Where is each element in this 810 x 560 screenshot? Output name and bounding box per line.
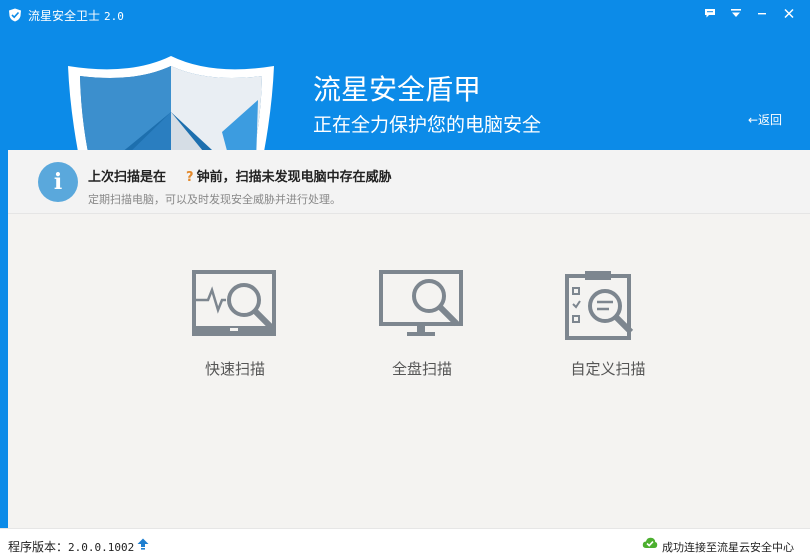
upgrade-arrow-icon[interactable]	[137, 538, 149, 550]
version-label: 程序版本：	[8, 540, 69, 554]
banner-title: 流星安全盾甲	[313, 73, 482, 106]
minimize-button[interactable]	[752, 4, 772, 22]
window-title-text: 流星安全卫士	[28, 9, 101, 23]
chat-bubble-icon	[705, 8, 715, 17]
info-icon: i	[38, 162, 78, 202]
full-disk-scan-icon	[379, 270, 463, 336]
last-scan-status: 上次扫描是在? 钟前，扫描未发现电脑中存在威胁	[88, 166, 392, 185]
dropdown-menu-icon	[731, 8, 741, 17]
status-bar: 程序版本：2.0.0.1002 成功连接至流星云安全中心	[0, 528, 810, 560]
custom-scan-icon	[565, 271, 634, 340]
program-version: 程序版本：2.0.0.1002	[8, 538, 134, 555]
window-title: 流星安全卫士 2.0	[28, 7, 124, 24]
close-button[interactable]	[779, 4, 799, 22]
last-scan-prefix: 上次扫描是在	[88, 170, 167, 185]
header-banner: 流星安全盾甲 正在全力保护您的电脑安全 ←返回	[0, 30, 810, 150]
cloud-connection-status: 成功连接至流星云安全中心	[662, 541, 794, 554]
main-content: i 上次扫描是在? 钟前，扫描未发现电脑中存在威胁 定期扫描电脑，可以及时发现安全…	[8, 150, 810, 528]
quick-scan-label: 快速扫描	[204, 360, 265, 378]
back-link[interactable]: ←返回	[748, 111, 782, 128]
version-value: 2.0.0.1002	[68, 541, 135, 554]
security-shield-icon	[68, 56, 274, 150]
full-scan-label: 全盘扫描	[391, 360, 452, 378]
full-scan-button[interactable]: 全盘扫描	[357, 270, 487, 390]
custom-scan-button[interactable]: 自定义扫描	[543, 270, 673, 390]
app-window: 流星安全卫士 2.0 流星安全盾甲 正在全力保护您的电脑安全 ←返回 i 上次扫…	[0, 0, 810, 560]
last-scan-suffix: 钟前，扫描未发现电脑中存在威胁	[196, 170, 392, 185]
scan-info-bar: i 上次扫描是在? 钟前，扫描未发现电脑中存在威胁 定期扫描电脑，可以及时发现安全…	[8, 150, 810, 214]
title-bar[interactable]: 流星安全卫士 2.0	[0, 0, 810, 30]
last-scan-time-unknown: ?	[186, 170, 194, 185]
custom-scan-label: 自定义扫描	[570, 360, 646, 378]
window-version: 2.0	[104, 10, 124, 23]
quick-scan-button[interactable]: 快速扫描	[170, 270, 300, 390]
cloud-check-icon	[642, 537, 658, 548]
quick-scan-icon	[192, 270, 276, 336]
minimize-icon	[758, 12, 766, 14]
scan-tip: 定期扫描电脑，可以及时发现安全威胁并进行处理。	[88, 193, 341, 206]
main-menu-button[interactable]	[726, 4, 746, 22]
close-icon	[784, 8, 794, 18]
app-shield-icon	[9, 8, 21, 22]
banner-subtitle: 正在全力保护您的电脑安全	[313, 114, 542, 136]
feedback-button[interactable]	[700, 4, 720, 22]
